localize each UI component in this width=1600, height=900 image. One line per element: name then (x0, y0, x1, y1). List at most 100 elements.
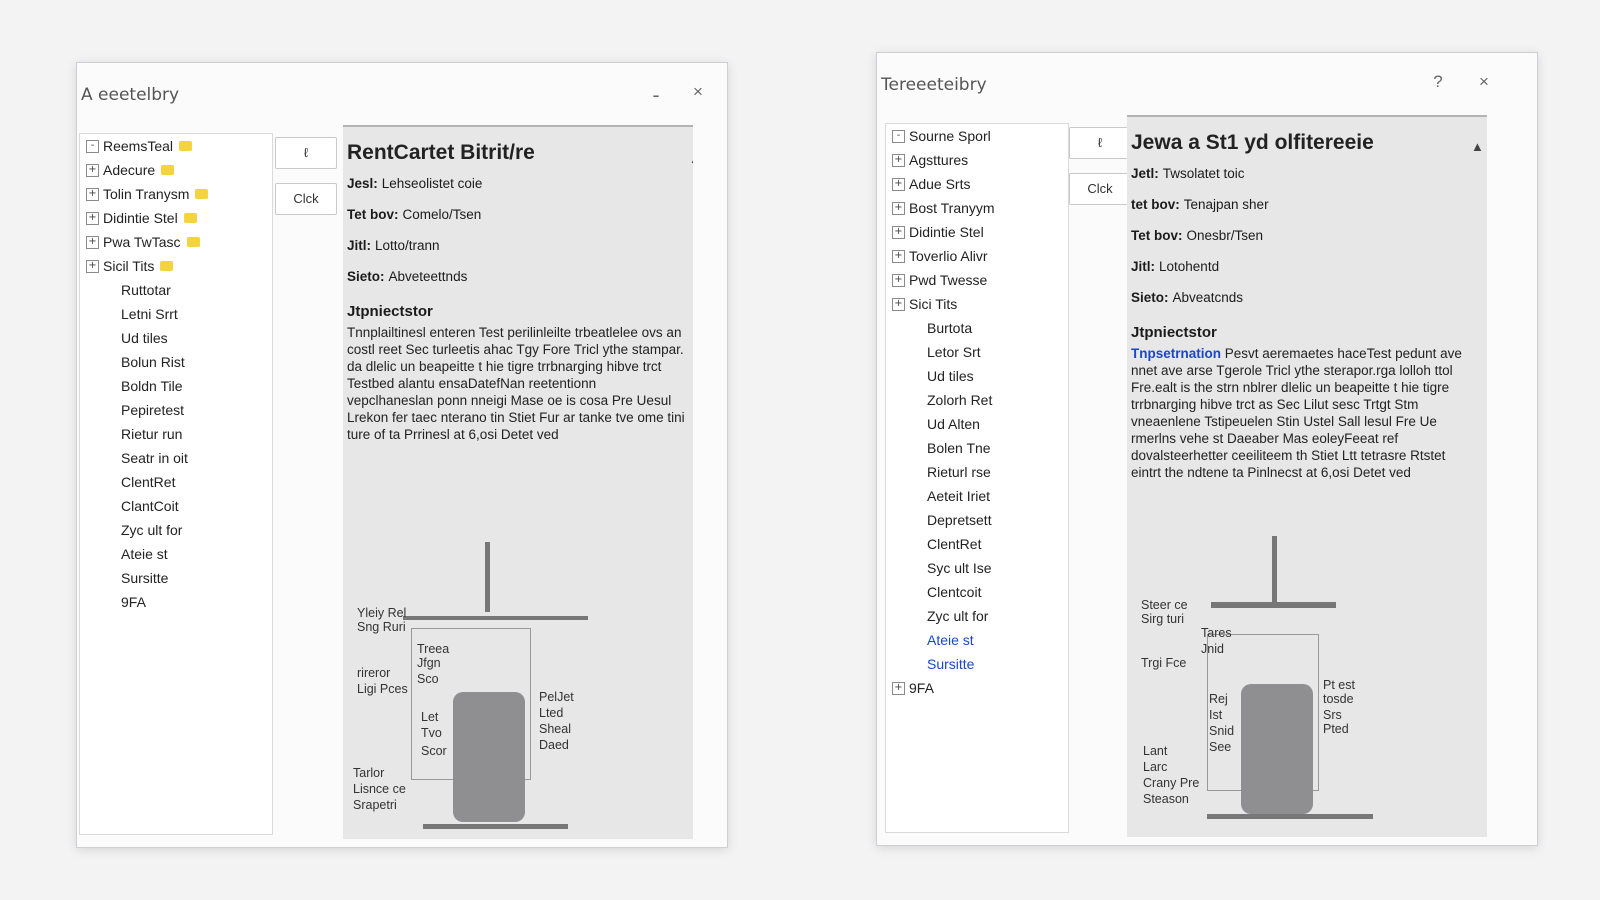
section-heading: Jtpniectstor (1131, 324, 1217, 341)
tree-item-label: Sici Tits (909, 296, 958, 312)
tree-item-label: Bolen Tne (927, 440, 991, 456)
tree-item[interactable]: - ReemsTeal (80, 134, 272, 158)
tree-item-label: Tolin Tranysm (103, 186, 190, 202)
tree-item[interactable]: + Bost Tranyym (886, 196, 1068, 220)
click-button[interactable]: Clck (1069, 173, 1131, 205)
help-button[interactable]: ? (1425, 69, 1451, 95)
category-tree[interactable]: - Sourne Sporl + Agsttures + Adue Srts + Bost T… (885, 123, 1069, 833)
tree-item[interactable]: Bolen Tne (886, 436, 1068, 460)
tree-item[interactable]: Ud tiles (886, 364, 1068, 388)
tree-item[interactable]: Ateie st (80, 542, 272, 566)
description-link[interactable]: Tnpsetrnation (1131, 346, 1221, 361)
diagram-label: Jnid (1201, 642, 1224, 656)
tree-item[interactable]: Zolorh Ret (886, 388, 1068, 412)
search-button[interactable]: ℓ (1069, 127, 1131, 159)
tree-item[interactable]: Ud tiles (80, 326, 272, 350)
field-label: Sieto: (347, 269, 385, 284)
leaf-icon (910, 634, 923, 647)
tree-item[interactable]: Seatr in oit (80, 446, 272, 470)
tree-item[interactable]: Sursitte (886, 652, 1068, 676)
description-text: Tnnplailtinesl enteren Test perilinleilt… (347, 325, 685, 442)
tree-item[interactable]: + Tolin Tranysm (80, 182, 272, 206)
diagram-label: Steer ce (1141, 598, 1188, 612)
tree-item[interactable]: Rietur run (80, 422, 272, 446)
diagram-label: Tvo (421, 726, 442, 740)
click-button[interactable]: Clck (275, 183, 337, 215)
field-value: Abveteettnds (388, 269, 468, 284)
tree-item[interactable]: Boldn Tile (80, 374, 272, 398)
expand-icon[interactable]: + (86, 211, 99, 225)
scroll-up-icon[interactable]: ▲ (1471, 139, 1484, 154)
folder-icon (186, 237, 200, 247)
tree-item[interactable]: ClantCoit (80, 494, 272, 518)
diagram-label: Lted (539, 706, 564, 720)
tree-item-label: Boldn Tile (121, 378, 183, 394)
expand-icon[interactable]: + (86, 187, 99, 201)
expand-icon[interactable]: + (86, 163, 99, 177)
category-tree[interactable]: - ReemsTeal + Adecure + Tolin Tranysm + Didinti… (79, 133, 273, 835)
expand-icon[interactable]: + (892, 225, 905, 239)
tree-item-label: ClentRet (927, 536, 982, 552)
tree-item[interactable]: Rieturl rse (886, 460, 1068, 484)
tree-item[interactable]: Syc ult Ise (886, 556, 1068, 580)
tree-item[interactable]: + Sicil Tits (80, 254, 272, 278)
tree-item[interactable]: Clentcoit (886, 580, 1068, 604)
expand-icon[interactable]: + (892, 177, 905, 191)
detail-pane: RentCartet Bitrit/re Jesl: Lehseolistet c… (343, 125, 693, 839)
tree-item[interactable]: ClentRet (80, 470, 272, 494)
leaf-icon (910, 562, 923, 575)
tree-item[interactable]: - Sourne Sporl (886, 124, 1068, 148)
search-button[interactable]: ℓ (275, 137, 337, 169)
expand-icon[interactable]: + (892, 201, 905, 215)
expand-icon[interactable]: + (892, 153, 905, 167)
tree-item[interactable]: Bolun Rist (80, 350, 272, 374)
tree-item[interactable]: + Pwa TwTasc (80, 230, 272, 254)
tree-item[interactable]: + Adecure (80, 158, 272, 182)
tree-item[interactable]: Ateie st (886, 628, 1068, 652)
close-button[interactable]: × (685, 79, 711, 105)
expand-icon[interactable]: + (892, 297, 905, 311)
tree-item[interactable]: + Toverlio Alivr (886, 244, 1068, 268)
tree-item[interactable]: + Didintie Stel (886, 220, 1068, 244)
tree-item[interactable]: +9FA (886, 676, 1068, 700)
tree-item[interactable]: Aeteit Iriet (886, 484, 1068, 508)
tree-item[interactable]: Pepiretest (80, 398, 272, 422)
tree-item[interactable]: Sursitte (80, 566, 272, 590)
title-bar[interactable]: Tereeeteibry ? × (877, 53, 1537, 109)
tree-item[interactable]: Zyc ult for (80, 518, 272, 542)
tree-item[interactable]: + Adue Srts (886, 172, 1068, 196)
expand-icon[interactable]: + (892, 681, 905, 695)
scroll-up-icon[interactable]: ▲ (689, 151, 693, 166)
expand-icon[interactable]: + (86, 235, 99, 249)
tree-item[interactable]: Letni Srrt (80, 302, 272, 326)
diagram-label: PelJet (539, 690, 574, 704)
tree-item[interactable]: Zyc ult for (886, 604, 1068, 628)
tree-item[interactable]: Ruttotar (80, 278, 272, 302)
close-button[interactable]: × (1471, 69, 1497, 95)
tree-item[interactable]: + Sici Tits (886, 292, 1068, 316)
minimize-button[interactable]: ـ (643, 79, 669, 105)
expand-icon[interactable]: + (892, 249, 905, 263)
tree-item[interactable]: 9FA (80, 590, 272, 614)
tree-item[interactable]: + Agsttures (886, 148, 1068, 172)
collapse-icon[interactable]: - (86, 139, 99, 153)
title-bar[interactable]: A eeetelbry ـ × (77, 63, 727, 119)
tree-item[interactable]: ClentRet (886, 532, 1068, 556)
leaf-icon (910, 346, 923, 359)
tree-item[interactable]: Letor Srt (886, 340, 1068, 364)
expand-icon[interactable]: + (892, 273, 905, 287)
tree-item[interactable]: Ud Alten (886, 412, 1068, 436)
diagram-label: Crany Pre (1143, 776, 1200, 790)
diagram-label: Steason (1143, 792, 1189, 806)
tree-item[interactable]: + Pwd Twesse (886, 268, 1068, 292)
expand-icon[interactable]: + (86, 259, 99, 273)
collapse-icon[interactable]: - (892, 129, 905, 143)
diagram-label: Srs (1323, 708, 1342, 722)
tree-item[interactable]: Burtota (886, 316, 1068, 340)
field-row: Sieto: Abveatcnds (1131, 289, 1487, 306)
tree-item[interactable]: Depretsett (886, 508, 1068, 532)
leaf-icon (910, 394, 923, 407)
leaf-icon (104, 548, 117, 561)
window-title: A eeetelbry (81, 85, 180, 105)
tree-item[interactable]: + Didintie Stel (80, 206, 272, 230)
